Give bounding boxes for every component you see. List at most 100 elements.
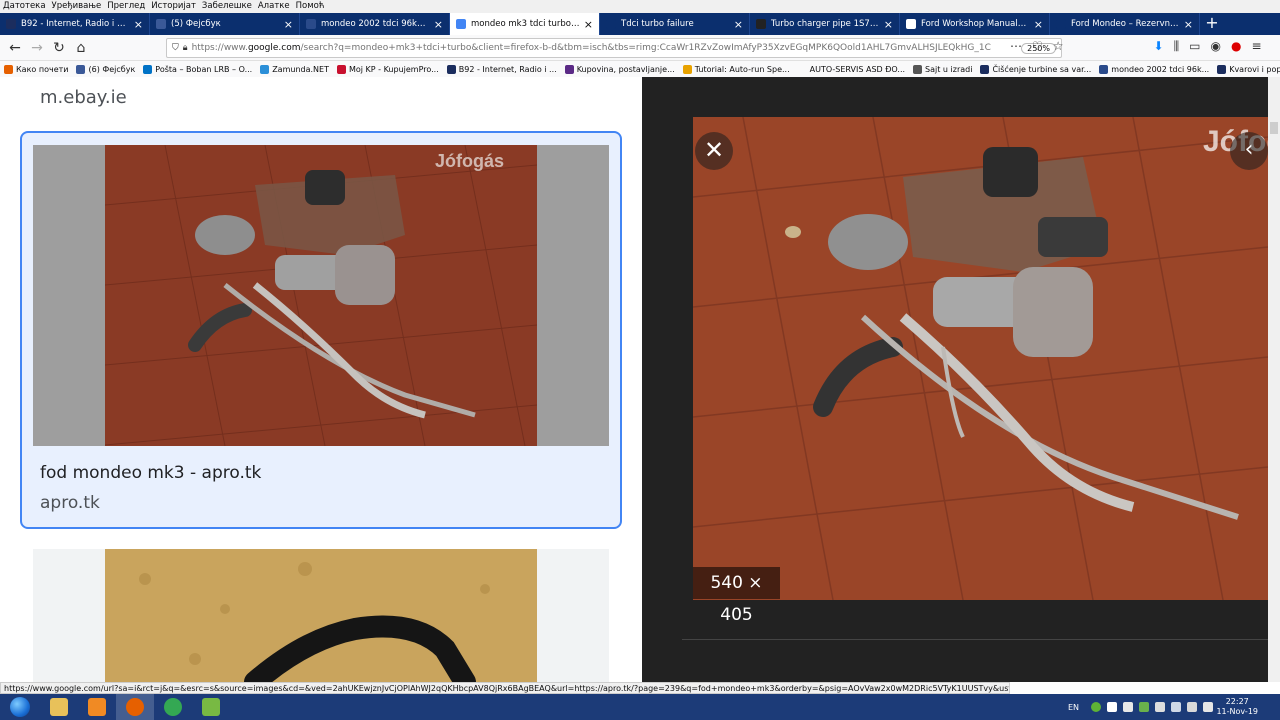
menu-item[interactable]: Алатке (255, 0, 293, 13)
bookmark-item[interactable]: (6) Фејсбук (72, 64, 139, 74)
firefox-taskbar-button[interactable] (116, 694, 154, 720)
addon-icon[interactable]: ● (1231, 39, 1241, 54)
bookmark-item[interactable]: Kupovina, postavljanje... (561, 64, 679, 74)
bookmark-item[interactable]: Kvarovi i popravke - F... (1213, 64, 1280, 74)
result-thumbnail[interactable] (105, 549, 537, 682)
scrollbar-thumb[interactable] (1270, 122, 1278, 134)
menu-item[interactable]: Историјат (148, 0, 199, 13)
account-icon[interactable]: ◉ (1210, 39, 1220, 54)
browser-tab[interactable]: mondeo mk3 tdci turbo - Goog × (450, 13, 600, 35)
browser-tab[interactable]: B92 - Internet, Radio i TV stanica × (0, 13, 150, 35)
lock-icon[interactable]: 🔒︎ (183, 43, 188, 53)
browser-tab[interactable]: mondeo 2002 tdci 96kw - beli c × (300, 13, 450, 35)
home-icon[interactable]: ⌂ (70, 40, 92, 56)
browser-tab[interactable]: Ford Workshop Manuals > Mo × (900, 13, 1050, 35)
bookmark-label: mondeo 2002 tdci 96k... (1111, 64, 1210, 74)
flag-icon[interactable] (1155, 702, 1166, 712)
bookmark-label: Tutorial: Auto-run Spe... (694, 64, 790, 74)
close-tab-icon[interactable]: × (584, 18, 593, 31)
bookmark-item[interactable]: Како почети (0, 64, 72, 74)
close-tab-icon[interactable]: × (134, 18, 143, 31)
chrome-taskbar-button[interactable] (154, 694, 192, 720)
menu-item[interactable]: Уређивање (49, 0, 105, 13)
favicon-icon (1056, 19, 1066, 29)
media-player-taskbar-button[interactable] (78, 694, 116, 720)
chevron-left-icon[interactable]: ‹ (1230, 132, 1268, 170)
browser-tab[interactable]: Ford Mondeo – Rezervni-avtodeli.si × (1050, 13, 1200, 35)
result-source[interactable]: m.ebay.ie (40, 87, 127, 108)
close-icon[interactable]: ✕ (695, 132, 733, 170)
close-tab-icon[interactable]: × (734, 18, 743, 31)
preview-image[interactable]: Jófogás (693, 117, 1268, 600)
result-title[interactable]: fod mondeo mk3 - apro.tk (40, 463, 261, 483)
tray-app-icon[interactable] (1123, 702, 1134, 712)
utorrent-taskbar-button[interactable] (192, 694, 230, 720)
close-tab-icon[interactable]: × (1034, 18, 1043, 31)
bookmark-item[interactable]: Sajt u izradi (909, 64, 976, 74)
result-thumbnail-frame[interactable]: Jófogás (33, 145, 609, 446)
bookmark-label: Kupovina, postavljanje... (576, 64, 675, 74)
network-icon[interactable] (1187, 702, 1198, 712)
tray-app-icon[interactable] (1139, 702, 1150, 712)
shield-icon[interactable]: ⛉ (172, 43, 179, 53)
menu-icon[interactable]: ≡ (1251, 39, 1261, 54)
tab-title: B92 - Internet, Radio i TV stanica (21, 19, 130, 29)
navigation-toolbar: ← → ↻ ⌂ ⛉ 🔒︎ https://www.google.com/sear… (0, 35, 1280, 61)
toolbar-icons: ⋯ ♡ ☆ ⬇ ⫼ ▭ ◉ ● ≡ (1010, 39, 1262, 54)
bookmark-label: AUTO-SERVIS ASD ĐO... (809, 64, 906, 74)
language-indicator[interactable]: EN (1068, 703, 1079, 712)
browser-tab[interactable]: (5) Фејсбук × (150, 13, 300, 35)
explorer-taskbar-button[interactable] (40, 694, 78, 720)
tab-title: Ford Mondeo – Rezervni-avtodeli.si (1071, 19, 1180, 29)
divider (682, 639, 1268, 640)
download-icon[interactable]: ⬇ (1154, 39, 1164, 54)
sidebar-icon[interactable]: ▭ (1189, 39, 1200, 54)
bookmark-label: Zamunda.NET (272, 64, 329, 74)
url-text[interactable]: https://www.google.com/search?q=mondeo+m… (192, 43, 1018, 53)
start-button[interactable] (0, 694, 40, 720)
forward-arrow-icon[interactable]: → (26, 40, 48, 56)
menu-item[interactable]: Преглед (104, 0, 148, 13)
close-tab-icon[interactable]: × (434, 18, 443, 31)
page-scrollbar[interactable] (1268, 77, 1280, 682)
next-result-card[interactable] (33, 549, 609, 682)
close-tab-icon[interactable]: × (1184, 18, 1193, 31)
menu-item[interactable]: Забелешке (199, 0, 255, 13)
close-tab-icon[interactable]: × (884, 18, 893, 31)
bookmark-favicon-icon (1099, 64, 1109, 74)
tray-app-icon[interactable] (1107, 702, 1118, 712)
taskbar-clock[interactable]: 22:27 11-Nov-19 (1216, 697, 1258, 717)
windows-taskbar: EN 22:27 11-Nov-19 (0, 694, 1280, 720)
bookmark-item[interactable]: B92 - Internet, Radio i ... (443, 64, 561, 74)
image-results-column: m.ebay.ie Jófogás fod mondeo mk3 - apro. (0, 77, 642, 682)
browser-tab[interactable]: Tdci turbo failure × (600, 13, 750, 35)
back-arrow-icon[interactable]: ← (4, 40, 26, 56)
library-icon[interactable]: ⫼ (1174, 39, 1180, 54)
bookmark-item[interactable]: Zamunda.NET (256, 64, 333, 74)
close-tab-icon[interactable]: × (284, 18, 293, 31)
selected-result-card[interactable]: Jófogás fod mondeo mk3 - apro.tk apro.tk (20, 131, 622, 529)
bookmark-label: Kvarovi i popravke - F... (1229, 64, 1280, 74)
page-actions-icon[interactable]: ⋯ (1010, 39, 1022, 54)
new-tab-button[interactable]: + (1200, 13, 1224, 35)
menu-item[interactable]: Помоћ (293, 0, 328, 13)
browser-tab[interactable]: Turbo charger pipe 1S7Q6K679 × (750, 13, 900, 35)
bookmark-label: Како почети (16, 64, 69, 74)
menu-item[interactable]: Датотека (0, 0, 49, 13)
bookmark-item[interactable]: Pošta – Boban LRB – O... (139, 64, 256, 74)
display-icon[interactable] (1171, 702, 1182, 712)
svg-text:Jófogás: Jófogás (435, 151, 504, 171)
result-source[interactable]: apro.tk (40, 493, 100, 513)
bookmark-item[interactable]: mondeo 2002 tdci 96k... (1095, 64, 1213, 74)
url-bar[interactable]: ⛉ 🔒︎ https://www.google.com/search?q=mon… (166, 38, 1062, 58)
bookmark-item[interactable]: AUTO-SERVIS ASD ĐO... (794, 64, 909, 74)
bookmark-item[interactable]: Tutorial: Auto-run Spe... (679, 64, 794, 74)
reload-icon[interactable]: ↻ (48, 40, 70, 56)
volume-icon[interactable] (1203, 702, 1214, 712)
star-icon[interactable]: ☆ (1053, 39, 1064, 54)
pocket-icon[interactable]: ♡ (1032, 39, 1043, 54)
tray-app-icon[interactable] (1091, 702, 1102, 712)
bookmark-item[interactable]: Moj KP - KupujemPro... (333, 64, 443, 74)
bookmark-item[interactable]: Čišćenje turbine sa var... (976, 64, 1095, 74)
result-thumbnail[interactable]: Jófogás (105, 145, 537, 446)
